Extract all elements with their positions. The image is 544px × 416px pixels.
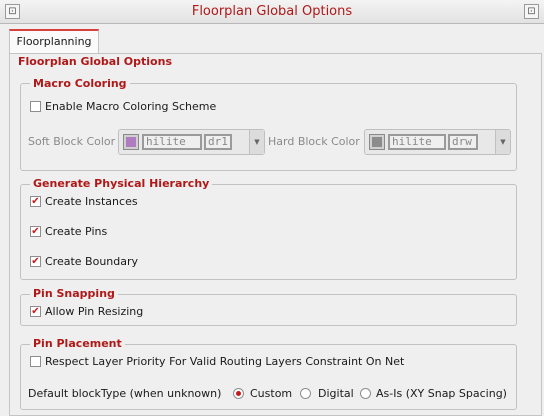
allow-pin-resizing-checkbox[interactable]: ✔ <box>30 306 41 317</box>
tab-floorplanning[interactable]: Floorplanning <box>9 29 99 54</box>
tab-bar: Floorplanning <box>0 24 544 54</box>
soft-block-swatch-fill <box>126 137 136 147</box>
soft-block-dropdown-icon[interactable]: ▼ <box>249 130 264 154</box>
hard-block-dropdown-icon[interactable]: ▼ <box>495 130 510 154</box>
enable-macro-coloring-label: Enable Macro Coloring Scheme <box>45 100 217 113</box>
allow-pin-resizing-label: Allow Pin Resizing <box>45 305 144 318</box>
block-type-custom-radio[interactable] <box>233 388 244 399</box>
hard-block-swatch <box>369 134 385 150</box>
hard-block-purpose: drw <box>448 134 478 150</box>
block-type-asis-radio[interactable] <box>360 388 371 399</box>
block-type-digital-radio[interactable] <box>300 388 311 399</box>
soft-block-layer: hilite <box>142 134 202 150</box>
create-boundary-label: Create Boundary <box>45 255 139 268</box>
hard-block-color-combo[interactable]: hilite drw ▼ <box>364 129 511 155</box>
physical-hierarchy-title: Generate Physical Hierarchy <box>30 177 213 190</box>
block-type-digital-label: Digital <box>318 387 354 400</box>
block-type-label: Default blockType (when unknown) <box>28 387 222 400</box>
window-title: Floorplan Global Options <box>191 4 353 19</box>
block-type-custom-label: Custom <box>250 387 293 400</box>
macro-coloring-title: Macro Coloring <box>30 77 130 90</box>
enable-macro-coloring-checkbox[interactable] <box>30 101 41 112</box>
options-panel: Floorplan Global Options Macro Coloring … <box>9 53 542 416</box>
pin-placement-group <box>20 344 517 410</box>
create-pins-checkbox[interactable]: ✔ <box>30 226 41 237</box>
hard-block-color-label: Hard Block Color <box>268 135 360 148</box>
respect-layer-priority-checkbox[interactable] <box>30 356 41 367</box>
create-instances-checkbox[interactable]: ✔ <box>30 196 41 207</box>
create-boundary-checkbox[interactable]: ✔ <box>30 256 41 267</box>
soft-block-purpose: dr1 <box>204 134 232 150</box>
soft-block-color-combo[interactable]: hilite dr1 ▼ <box>118 129 265 155</box>
respect-layer-priority-label: Respect Layer Priority For Valid Routing… <box>45 355 405 368</box>
panel-title: Floorplan Global Options <box>15 55 175 68</box>
pin-snapping-title: Pin Snapping <box>30 287 118 300</box>
window-titlebar: ⊡ Floorplan Global Options ⊡ <box>0 0 544 24</box>
soft-block-color-label: Soft Block Color <box>28 135 116 148</box>
hard-block-layer: hilite <box>388 134 446 150</box>
pin-placement-title: Pin Placement <box>30 337 125 350</box>
block-type-asis-label: As-Is (XY Snap Spacing) <box>376 387 507 400</box>
hard-block-swatch-fill <box>372 137 382 147</box>
macro-coloring-group <box>20 83 517 171</box>
soft-block-swatch <box>123 134 139 150</box>
create-pins-label: Create Pins <box>45 225 108 238</box>
window-close-icon[interactable]: ⊡ <box>524 4 539 19</box>
create-instances-label: Create Instances <box>45 195 138 208</box>
